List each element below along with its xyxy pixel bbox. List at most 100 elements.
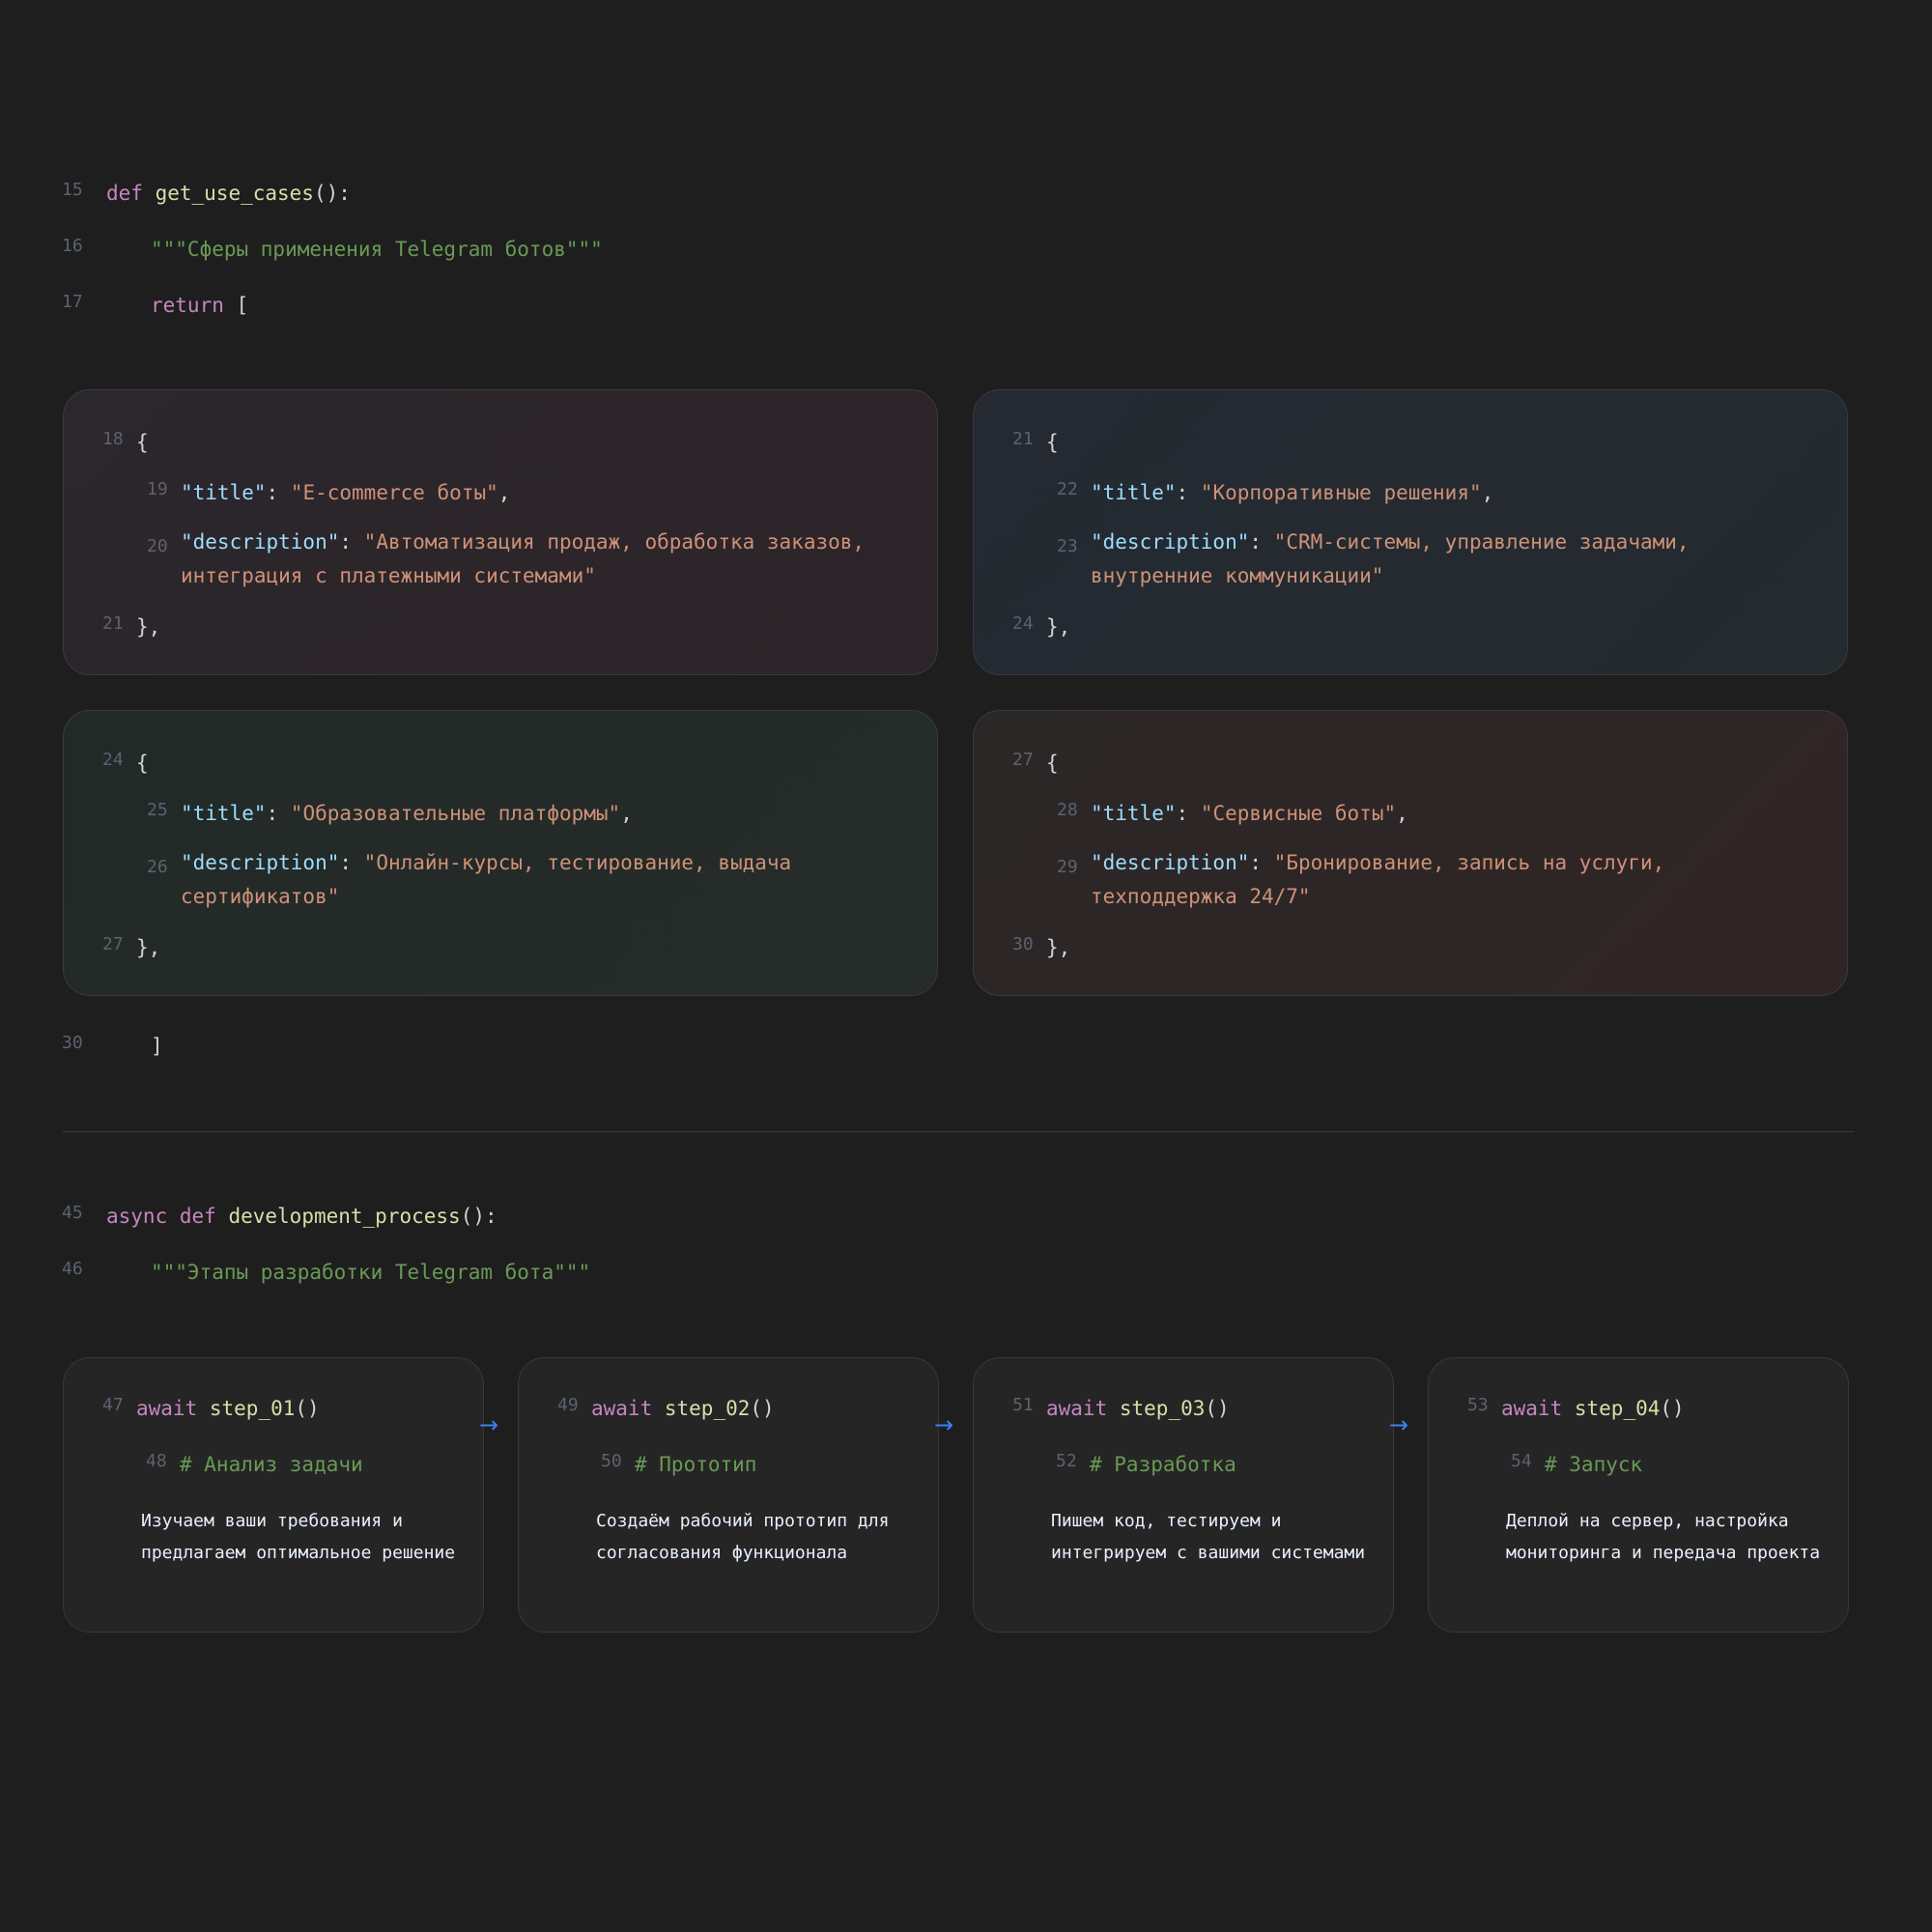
signature-tail: (): [313, 182, 351, 205]
step-call-line: 53 await step_04() [1467, 1395, 1685, 1420]
arrow-right-icon: → [479, 1411, 499, 1438]
keyword-await: await [136, 1397, 198, 1420]
code-line-bracket-close: 30 ] [62, 1033, 163, 1058]
title-key: "title" [1091, 481, 1177, 504]
step-comment: # Анализ задачи [180, 1453, 363, 1476]
step-call: step_04 [1574, 1397, 1661, 1420]
card-title: "Корпоративные решения" [1200, 481, 1482, 504]
step-comment: # Разработка [1090, 1453, 1236, 1476]
line-number: 30 [1012, 934, 1034, 954]
code-line-docstring-process: 46 """Этапы разработки Telegram бота""" [62, 1259, 591, 1284]
keyword-async: async [106, 1205, 168, 1228]
brace-open: { [1046, 431, 1059, 454]
brace-close: }, [1046, 936, 1071, 959]
card-title-line: 25 "title": "Образовательные платформы", [147, 800, 633, 825]
bracket-open: [ [236, 294, 249, 317]
parens: () [750, 1397, 775, 1420]
section-divider [63, 1131, 1855, 1132]
step-description: Создаём рабочий прототип для согласовани… [596, 1511, 890, 1563]
card-close-line: 27 }, [102, 934, 161, 959]
line-number: 20 [147, 536, 168, 556]
code-line-def-process: 45 async def development_process(): [62, 1203, 497, 1228]
function-name: get_use_cases [155, 182, 314, 205]
description-key: "description" [181, 851, 340, 874]
card-title: "Образовательные платформы" [290, 802, 621, 825]
keyword-def: def [179, 1205, 216, 1228]
brace-close: }, [136, 615, 161, 639]
brace-open: { [136, 431, 149, 454]
keyword-await: await [1046, 1397, 1108, 1420]
card-title-line: 22 "title": "Корпоративные решения", [1057, 479, 1494, 504]
card-close-line: 30 }, [1012, 934, 1071, 959]
card-open-line: 24 { [102, 750, 149, 775]
comma: , [620, 802, 633, 825]
card-description-line: 20 "description": "Автоматизация продаж,… [147, 526, 876, 593]
bracket-close: ] [151, 1035, 163, 1058]
line-number: 26 [147, 857, 168, 877]
use-case-card-service: 27 { 28 "title": "Сервисные боты", 29 "d… [973, 710, 1848, 996]
step-card-04: 53 await step_04() 54 # Запуск Деплой на… [1428, 1357, 1849, 1633]
comma: , [1396, 802, 1408, 825]
brace-open: { [136, 752, 149, 775]
line-number: 48 [146, 1451, 167, 1471]
docstring: """Сферы применения Telegram ботов""" [151, 238, 603, 261]
line-number: 50 [601, 1451, 622, 1471]
line-number: 17 [62, 292, 83, 312]
step-call-line: 49 await step_02() [557, 1395, 775, 1420]
line-number: 19 [147, 479, 168, 499]
line-number: 22 [1057, 479, 1078, 499]
line-number: 23 [1057, 536, 1078, 556]
card-title-line: 28 "title": "Сервисные боты", [1057, 800, 1408, 825]
docstring: """Этапы разработки Telegram бота""" [151, 1261, 591, 1284]
parens: () [1205, 1397, 1230, 1420]
step-comment-line: 48 # Анализ задачи [146, 1451, 363, 1476]
step-call: step_02 [664, 1397, 751, 1420]
step-comment-line: 50 # Прототип [601, 1451, 756, 1476]
line-number: 21 [102, 613, 124, 634]
brace-open: { [1046, 752, 1059, 775]
card-open-line: 21 { [1012, 429, 1059, 454]
arrow-right-icon: → [934, 1411, 954, 1438]
card-title: "E-commerce боты" [290, 481, 498, 504]
step-card-02: 49 await step_02() 50 # Прототип Создаём… [518, 1357, 939, 1633]
brace-close: }, [1046, 615, 1071, 639]
code-line-def-use-cases: 15 def get_use_cases(): [62, 180, 351, 205]
line-number: 21 [1012, 429, 1034, 449]
title-key: "title" [181, 802, 267, 825]
step-description: Деплой на сервер, настройка мониторинга … [1506, 1511, 1821, 1563]
line-number: 27 [102, 934, 124, 954]
step-call-line: 51 await step_03() [1012, 1395, 1230, 1420]
step-card-01: 47 await step_01() 48 # Анализ задачи Из… [63, 1357, 484, 1633]
card-description-line: 23 "description": "CRM-системы, управлен… [1057, 526, 1786, 593]
code-line-return: 17 return [ [62, 292, 249, 317]
line-number: 25 [147, 800, 168, 820]
signature-tail: (): [460, 1205, 497, 1228]
colon: : [1249, 851, 1274, 874]
line-number: 49 [557, 1395, 579, 1415]
line-number: 52 [1056, 1451, 1077, 1471]
card-title: "Сервисные боты" [1200, 802, 1397, 825]
step-description: Изучаем ваши требования и предлагаем опт… [141, 1511, 456, 1563]
description-key: "description" [1091, 530, 1250, 554]
step-comment-line: 52 # Разработка [1056, 1451, 1236, 1476]
brace-close: }, [136, 936, 161, 959]
parens: () [295, 1397, 320, 1420]
use-case-card-ecommerce: 18 { 19 "title": "E-commerce боты", 20 "… [63, 389, 938, 675]
step-comment: # Запуск [1545, 1453, 1643, 1476]
line-number: 30 [62, 1033, 83, 1053]
code-line-docstring-use-cases: 16 """Сферы применения Telegram ботов""" [62, 236, 603, 261]
keyword-def: def [106, 182, 143, 205]
title-key: "title" [1091, 802, 1177, 825]
comma: , [497, 481, 511, 504]
line-number: 54 [1511, 1451, 1532, 1471]
step-call: step_01 [209, 1397, 296, 1420]
line-number: 47 [102, 1395, 124, 1415]
line-number: 51 [1012, 1395, 1034, 1415]
use-case-card-education: 24 { 25 "title": "Образовательные платфо… [63, 710, 938, 996]
line-number: 16 [62, 236, 83, 256]
line-number: 24 [1012, 613, 1034, 634]
colon: : [1176, 481, 1201, 504]
description-key: "description" [181, 530, 340, 554]
comma: , [1481, 481, 1494, 504]
colon: : [339, 851, 364, 874]
